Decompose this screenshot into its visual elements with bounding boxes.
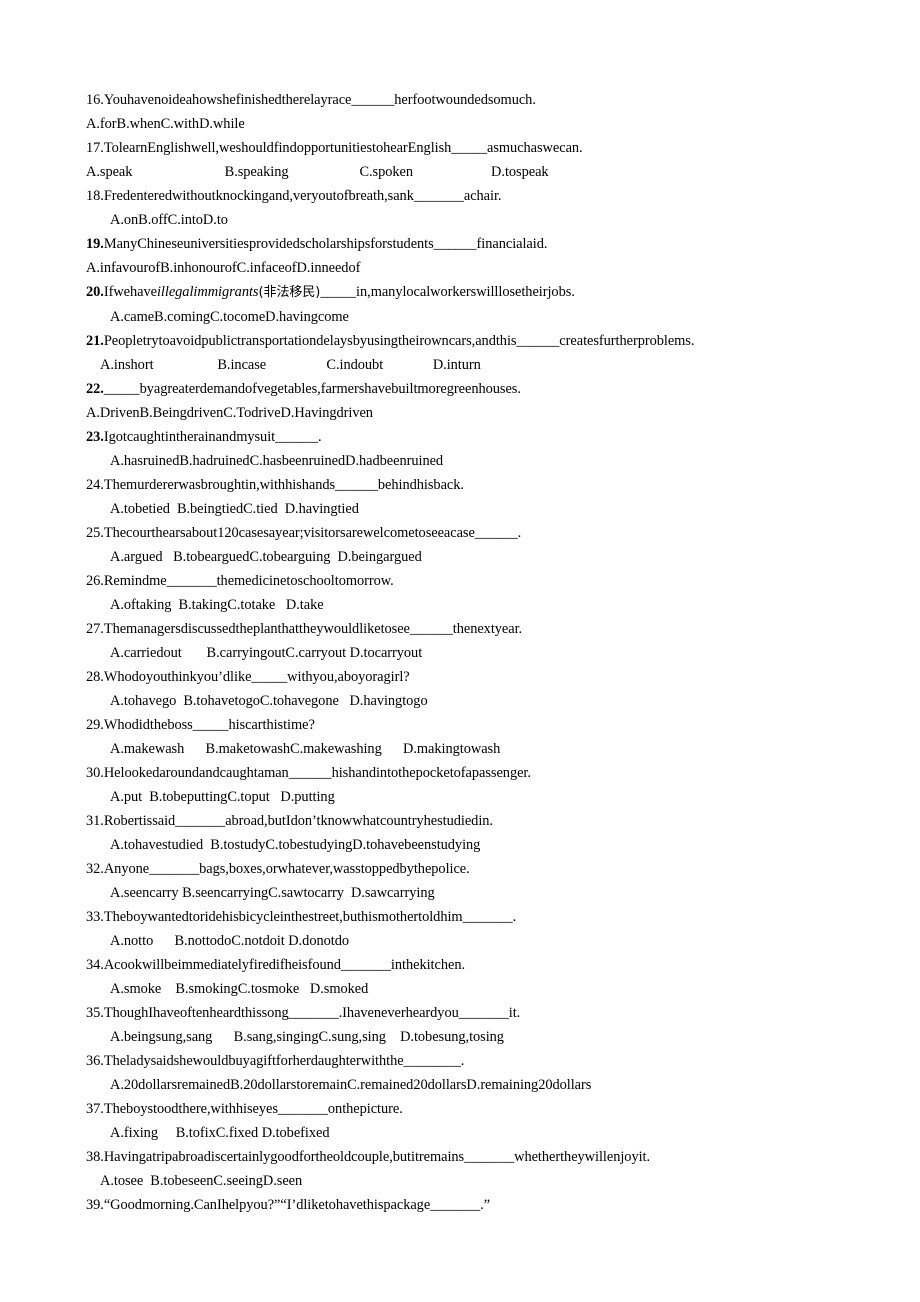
question-20-italic-term: illegalimmigrants <box>156 284 259 300</box>
question-38: 38.Havingatripabroadiscertainlygoodforth… <box>86 1149 651 1165</box>
options-22: A.DrivenB.BeingdrivenC.TodriveD.Havingdr… <box>86 405 373 421</box>
question-17: 17.TolearnEnglishwell,weshouldfindopport… <box>86 140 583 156</box>
question-33: 33.Theboywantedtoridehisbicycleinthestre… <box>86 909 517 925</box>
options-35: A.beingsung,sang B.sang,singingC.sung,si… <box>110 1029 504 1045</box>
question-29: 29.Whodidtheboss_____hiscarthistime? <box>86 717 315 733</box>
question-36: 36.Theladysaidshewouldbuyagiftforherdaug… <box>86 1053 465 1069</box>
question-20-text-post: _____in,manylocalworkerswilllosetheirjob… <box>320 284 575 300</box>
question-23: 23.Igotcaughtintherainandmysuit______. <box>86 425 880 449</box>
question-32: 32.Anyone_______bags,boxes,orwhatever,wa… <box>86 861 470 877</box>
question-37: 37.Theboystoodthere,withhiseyes_______on… <box>86 1101 403 1117</box>
question-20: 20.Ifwehaveillegalimmigrants(非法移民)_____i… <box>86 280 880 305</box>
options-19: A.infavourofB.inhonourofC.infaceofD.inne… <box>86 260 361 276</box>
options-18: A.onB.offC.intoD.to <box>110 212 228 228</box>
options-17: A.speak B.speaking C.spoken D.tospeak <box>86 164 549 180</box>
question-23-text: Igotcaughtintherainandmysuit______. <box>103 429 322 445</box>
options-32: A.seencarry B.seencarryingC.sawtocarry D… <box>110 885 435 901</box>
question-22: 22._____byagreaterdemandofvegetables,far… <box>86 377 880 401</box>
question-20-number: 20. <box>86 284 104 300</box>
question-22-text: _____byagreaterdemandofvegetables,farmer… <box>103 381 521 397</box>
options-30: A.put B.tobeputtingC.toput D.putting <box>110 789 335 805</box>
question-21-text: Peopletrytoavoidpublictransportationdela… <box>103 333 695 349</box>
options-29: A.makewash B.maketowashC.makewashing D.m… <box>110 741 501 757</box>
question-22-number: 22. <box>86 381 104 397</box>
options-33: A.notto B.nottodoC.notdoit D.donotdo <box>110 933 350 949</box>
question-26: 26.Remindme_______themedicinetoschooltom… <box>86 573 394 589</box>
options-21: A.inshort B.incase C.indoubt D.inturn <box>100 357 481 373</box>
question-21: 21.Peopletrytoavoidpublictransportationd… <box>86 329 880 353</box>
options-25: A.argued B.tobearguedC.tobearguing D.bei… <box>110 549 422 565</box>
question-18: 18.Fredenteredwithoutknockingand,veryout… <box>86 188 502 204</box>
question-16: 16.Youhavenoideahowshefinishedtherelayra… <box>86 92 536 108</box>
document-page: 16.Youhavenoideahowshefinishedtherelayra… <box>0 0 920 1302</box>
question-28: 28.Whodoyouthinkyou’dlike_____withyou,ab… <box>86 669 410 685</box>
options-28: A.tohavego B.tohavetogoC.tohavegone D.ha… <box>110 693 428 709</box>
options-26: A.oftaking B.takingC.totake D.take <box>110 597 324 613</box>
question-35: 35.ThoughIhaveoftenheardthissong_______.… <box>86 1005 521 1021</box>
question-30: 30.Helookedaroundandcaughtaman______hish… <box>86 765 531 781</box>
options-23: A.hasruinedB.hadruinedC.hasbeenruinedD.h… <box>110 453 444 469</box>
options-20: A.cameB.comingC.tocomeD.havingcome <box>110 309 349 325</box>
question-21-number: 21. <box>86 333 104 349</box>
question-31: 31.Robertissaid_______abroad,butIdon’tkn… <box>86 813 493 829</box>
options-37: A.fixing B.tofixC.fixed D.tobefixed <box>110 1125 330 1141</box>
question-23-number: 23. <box>86 429 104 445</box>
options-38: A.tosee B.tobeseenC.seeingD.seen <box>100 1173 303 1189</box>
options-24: A.tobetied B.beingtiedC.tied D.havingtie… <box>110 501 359 517</box>
question-24: 24.Themurdererwasbroughtin,withhishands_… <box>86 477 464 493</box>
question-20-chinese-gloss: (非法移民) <box>258 285 321 300</box>
question-27: 27.Themanagersdiscussedtheplanthattheywo… <box>86 621 523 637</box>
question-19-number: 19. <box>86 236 104 252</box>
question-25: 25.Thecourthearsabout120casesayear;visit… <box>86 525 522 541</box>
options-31: A.tohavestudied B.tostudyC.tobestudyingD… <box>110 837 481 853</box>
question-19-text: ManyChineseuniversitiesprovidedscholarsh… <box>103 236 548 252</box>
question-39: 39.“Goodmorning.CanIhelpyou?”“I’dliketoh… <box>86 1197 491 1213</box>
question-34: 34.Acookwillbeimmediatelyfiredifheisfoun… <box>86 957 466 973</box>
question-19: 19.ManyChineseuniversitiesprovidedschola… <box>86 232 880 256</box>
options-16: A.forB.whenC.withD.while <box>86 116 245 132</box>
options-27: A.carriedout B.carryingoutC.carryout D.t… <box>110 645 423 661</box>
options-36: A.20dollarsremainedB.20dollarstoremainC.… <box>110 1077 592 1093</box>
question-20-text-pre: Ifwehave <box>103 284 157 300</box>
options-34: A.smoke B.smokingC.tosmoke D.smoked <box>110 981 369 997</box>
